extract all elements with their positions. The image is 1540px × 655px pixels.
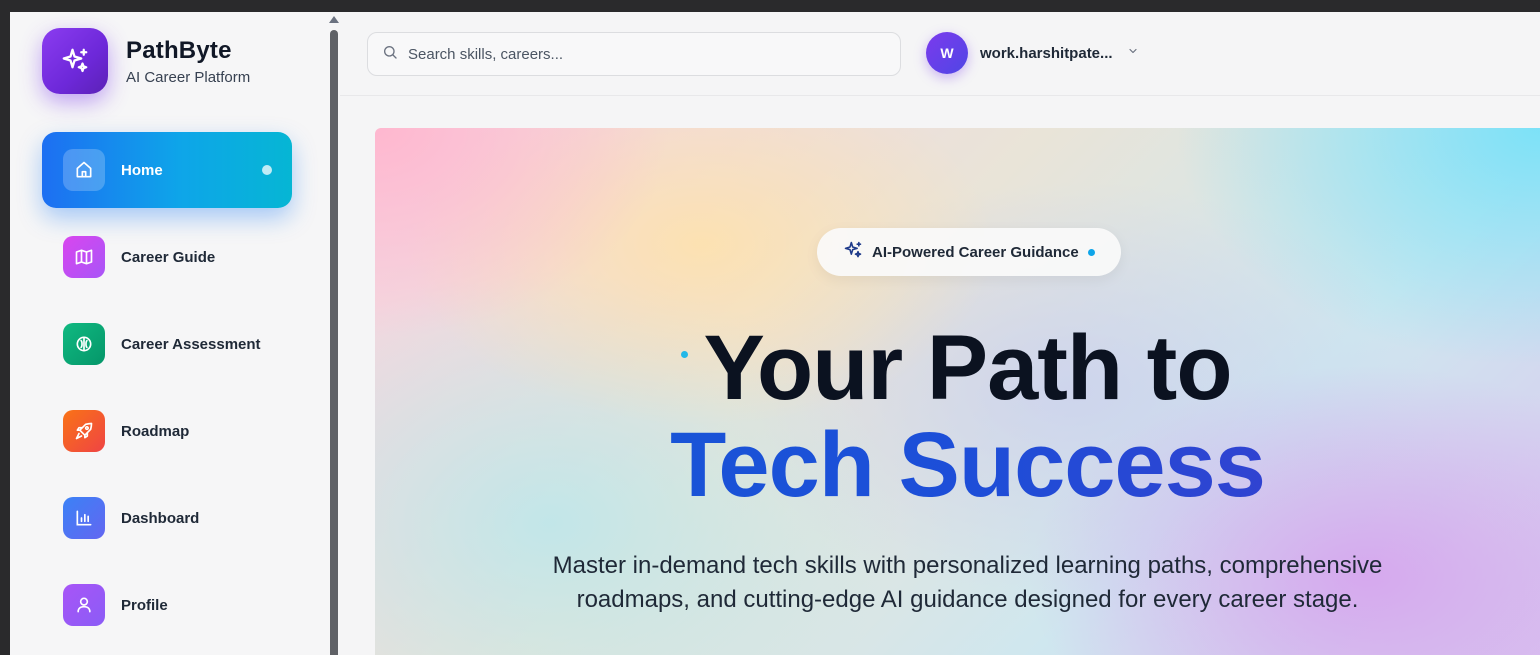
- hero-section: AI-Powered Career Guidance Your Path to …: [375, 128, 1540, 655]
- search-box[interactable]: [367, 32, 901, 76]
- sidebar-item-label: Career Assessment: [121, 335, 261, 353]
- hero-headline-line1: Your Path to: [703, 317, 1232, 419]
- sidebar-item-label: Career Guide: [121, 248, 216, 266]
- brand-subtitle: AI Career Platform: [126, 68, 251, 86]
- sidebar: PathByte AI Career Platform Home Career …: [10, 12, 332, 655]
- sidebar-item-dashboard[interactable]: Dashboard: [42, 480, 292, 556]
- sidebar-item-profile[interactable]: Profile: [42, 567, 292, 643]
- hero-headline-line2: Tech Success: [375, 413, 1540, 518]
- map-icon: [63, 236, 105, 278]
- rocket-icon: [63, 410, 105, 452]
- brain-icon: [63, 323, 105, 365]
- app-window: PathByte AI Career Platform Home Career …: [10, 12, 1540, 655]
- chevron-down-icon[interactable]: [1127, 44, 1139, 62]
- sidebar-item-career-assessment[interactable]: Career Assessment: [42, 306, 292, 382]
- user-name[interactable]: work.harshitpate...: [980, 45, 1113, 62]
- top-bar: W work.harshitpate...: [340, 12, 1540, 96]
- sidebar-item-label: Dashboard: [121, 509, 200, 527]
- brand-name: PathByte: [126, 36, 232, 64]
- sidebar-scrollbar[interactable]: [328, 12, 340, 655]
- active-indicator-dot: [262, 165, 272, 175]
- sidebar-item-label: Home: [121, 161, 163, 179]
- sidebar-item-roadmap[interactable]: Roadmap: [42, 393, 292, 469]
- home-icon: [63, 149, 105, 191]
- sidebar-item-home[interactable]: Home: [42, 132, 292, 208]
- brand[interactable]: PathByte AI Career Platform: [42, 28, 250, 94]
- badge-dot: [1087, 248, 1095, 256]
- scroll-up-arrow-icon[interactable]: [329, 16, 339, 23]
- sparkles-icon: [843, 240, 863, 265]
- sparkles-icon: [42, 28, 108, 94]
- sidebar-item-career-guide[interactable]: Career Guide: [42, 219, 292, 295]
- badge-label: AI-Powered Career Guidance: [872, 243, 1079, 261]
- user-icon: [63, 584, 105, 626]
- ai-badge: AI-Powered Career Guidance: [817, 228, 1121, 276]
- bar-chart-icon: [63, 497, 105, 539]
- search-icon: [382, 44, 398, 65]
- sidebar-item-label: Profile: [121, 596, 168, 614]
- sidebar-item-label: Roadmap: [121, 422, 190, 440]
- search-input[interactable]: [408, 45, 888, 63]
- user-menu[interactable]: W work.harshitpate...: [926, 32, 1139, 74]
- scrollbar-thumb[interactable]: [330, 30, 338, 655]
- sidebar-nav: Home Career Guide Career Assessment Road…: [42, 132, 292, 654]
- avatar[interactable]: W: [926, 32, 968, 74]
- hero-description: Master in-demand tech skills with person…: [552, 552, 1383, 613]
